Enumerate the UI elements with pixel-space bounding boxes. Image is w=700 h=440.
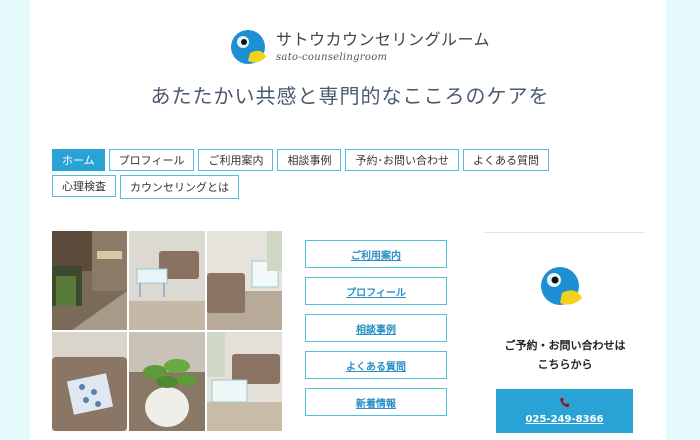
page: サトウカウンセリングルーム sato-counselingroom あたたかい共… — [0, 0, 700, 440]
left-margin — [0, 0, 30, 440]
photo-sofa-cushion — [52, 332, 127, 431]
phone-number[interactable]: 025-249-8366 — [526, 414, 604, 425]
photo-table-room — [207, 332, 282, 431]
main-nav: ホーム プロフィール ご利用案内 相談事例 予約･お問い合わせ よくある質問 心… — [52, 149, 612, 199]
site-logo[interactable]: サトウカウンセリングルーム sato-counselingroom — [228, 20, 490, 74]
link-profile[interactable]: プロフィール — [305, 277, 447, 305]
phone-icon — [559, 397, 570, 408]
link-profile-label[interactable]: プロフィール — [346, 284, 406, 299]
photo-plant — [129, 332, 205, 431]
contact-line-2: こちらから — [537, 358, 593, 371]
photo-sofa-room — [129, 231, 205, 330]
link-news-label[interactable]: 新着情報 — [356, 395, 396, 410]
photo-gallery — [52, 231, 282, 433]
link-guide-label[interactable]: ご利用案内 — [351, 247, 401, 262]
nav-item-faq[interactable]: よくある質問 — [462, 149, 549, 171]
link-guide[interactable]: ご利用案内 — [305, 240, 447, 268]
sidebar-divider — [485, 232, 645, 233]
bird-logo-icon — [231, 30, 266, 64]
nav-item-cases[interactable]: 相談事例 — [277, 149, 342, 171]
phone-call-button[interactable]: 025-249-8366 — [496, 389, 633, 433]
bird-mascot-icon — [541, 267, 582, 305]
photo-building-entrance — [52, 231, 127, 330]
link-cases-label[interactable]: 相談事例 — [356, 321, 396, 336]
nav-item-about-counseling[interactable]: カウンセリングとは — [120, 175, 239, 199]
right-margin — [666, 0, 700, 440]
link-faq-label[interactable]: よくある質問 — [346, 358, 406, 373]
photo-counseling-room — [207, 231, 282, 330]
nav-item-home[interactable]: ホーム — [52, 149, 105, 171]
nav-item-reservation[interactable]: 予約･お問い合わせ — [345, 149, 459, 171]
logo-english-name: sato-counselingroom — [276, 51, 388, 63]
nav-item-psych-test[interactable]: 心理検査 — [52, 175, 116, 197]
link-faq[interactable]: よくある質問 — [305, 351, 447, 379]
link-news[interactable]: 新着情報 — [305, 388, 447, 416]
contact-message: ご予約・お問い合わせは こちらから — [485, 336, 645, 374]
nav-item-guide[interactable]: ご利用案内 — [198, 149, 274, 171]
logo-japanese-name: サトウカウンセリングルーム — [276, 29, 491, 49]
contact-line-1: ご予約・お問い合わせは — [504, 339, 626, 352]
site-tagline: あたたかい共感と専門的なこころのケアを — [150, 84, 550, 108]
nav-item-profile[interactable]: プロフィール — [108, 149, 195, 171]
quick-links: ご利用案内 プロフィール 相談事例 よくある質問 新着情報 — [305, 240, 447, 425]
link-cases[interactable]: 相談事例 — [305, 314, 447, 342]
